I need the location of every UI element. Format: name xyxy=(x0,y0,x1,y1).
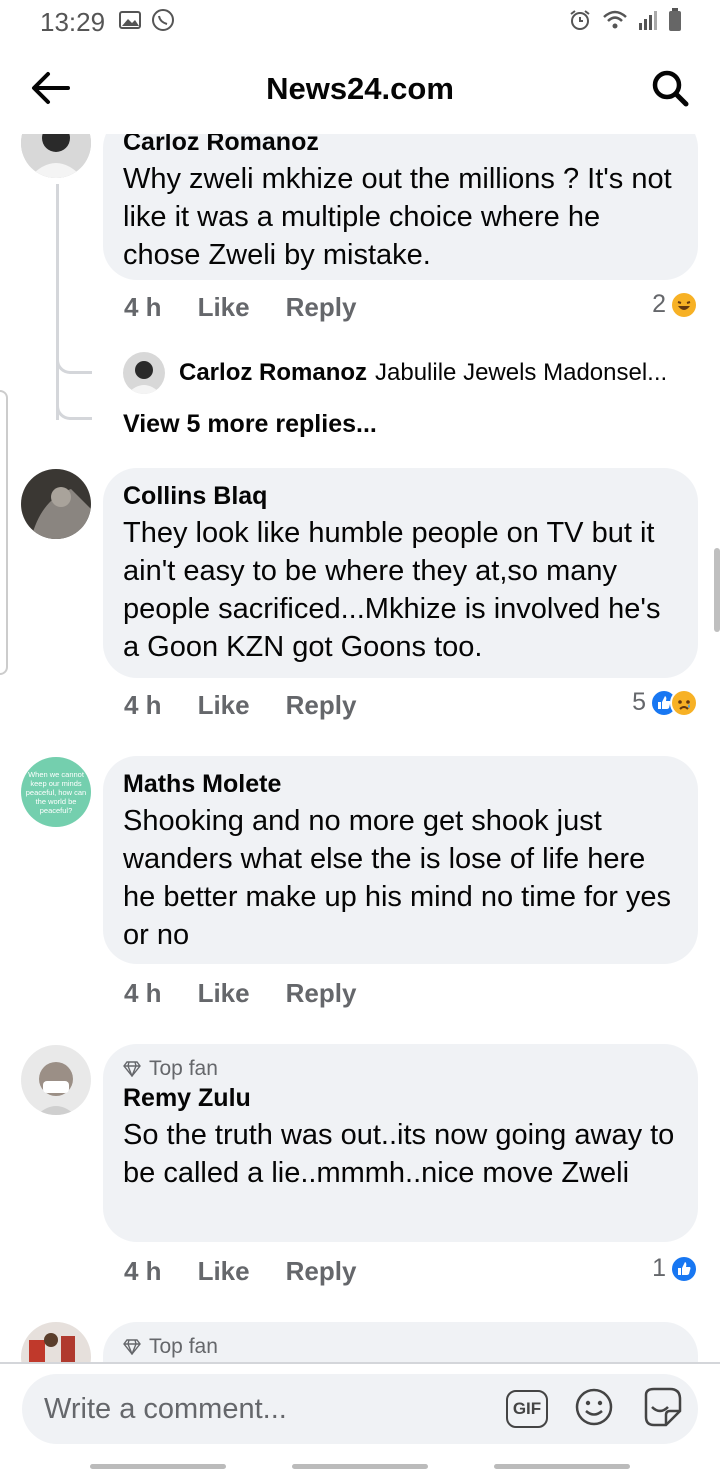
like-button[interactable]: Like xyxy=(198,690,250,721)
top-fan-label: Top fan xyxy=(149,1057,218,1080)
nav-back-handle[interactable] xyxy=(90,1464,226,1469)
comment-item: Top fan Remy Zulu So the truth was out..… xyxy=(0,1044,720,1314)
avatar-quote-text: When we cannot keep our minds peaceful, … xyxy=(25,769,87,815)
comment-text: Why zweli mkhize out the millions ? It's… xyxy=(123,163,672,271)
gif-button[interactable]: GIF xyxy=(506,1390,548,1428)
comment-bubble[interactable]: Top fan Remy Zulu So the truth was out..… xyxy=(103,1044,698,1242)
comment-actions: 4 h Like Reply xyxy=(124,1256,356,1287)
comment-author[interactable]: Remy Zulu xyxy=(123,1082,678,1114)
comment-text: Shooking and no more get shook just wand… xyxy=(123,805,672,951)
status-left-icons xyxy=(119,8,175,37)
like-button[interactable]: Like xyxy=(198,292,250,323)
composer-actions: GIF xyxy=(506,1385,684,1434)
diamond-icon xyxy=(123,1339,141,1355)
comment-time: 4 h xyxy=(124,292,162,322)
gallery-icon xyxy=(119,10,142,35)
status-bar: 13:29 xyxy=(0,0,720,44)
nav-home-handle[interactable] xyxy=(292,1464,428,1469)
comments-feed[interactable]: Carloz Romanoz Why zweli mkhize out the … xyxy=(0,134,720,1362)
top-fan-label: Top fan xyxy=(149,1335,218,1358)
avatar[interactable] xyxy=(21,1045,91,1115)
comment-time: 4 h xyxy=(124,978,162,1008)
reply-button[interactable]: Reply xyxy=(286,690,357,721)
reaction-count: 5 xyxy=(632,688,646,716)
reply-preview[interactable]: Carloz Romanoz Jabulile Jewels Madonsel.… xyxy=(123,352,667,394)
comment-actions: 4 h Like Reply xyxy=(124,690,356,721)
view-more-replies-link[interactable]: View 5 more replies... xyxy=(123,410,377,439)
thread-line-branch xyxy=(56,352,92,374)
haha-reaction-icon xyxy=(670,290,698,319)
comment-text: They look like humble people on TV but i… xyxy=(123,517,661,663)
diamond-icon xyxy=(123,1061,141,1077)
like-button[interactable]: Like xyxy=(198,1256,250,1287)
like-button[interactable]: Like xyxy=(198,978,250,1009)
reaction-count: 1 xyxy=(652,1254,666,1282)
reaction-count: 2 xyxy=(652,290,666,318)
thread-line xyxy=(56,184,59,420)
avatar[interactable] xyxy=(21,1322,91,1362)
reply-button[interactable]: Reply xyxy=(286,292,357,323)
status-time: 13:29 xyxy=(40,6,106,37)
comment-item: When we cannot keep our minds peaceful, … xyxy=(0,756,720,1026)
status-right-icons xyxy=(568,8,682,37)
comment-actions: 4 h Like Reply xyxy=(124,292,356,323)
divider xyxy=(0,1362,720,1364)
page-title: News24.com xyxy=(266,71,454,106)
avatar[interactable] xyxy=(21,469,91,539)
reaction-summary[interactable]: 1 xyxy=(652,1254,698,1283)
top-fan-badge: Top fan xyxy=(123,1334,678,1360)
reply-author[interactable]: Carloz Romanoz xyxy=(179,359,367,387)
like-reaction-icon xyxy=(670,1254,698,1283)
comment-item: Carloz Romanoz Why zweli mkhize out the … xyxy=(0,134,720,444)
reply-button[interactable]: Reply xyxy=(286,1256,357,1287)
search-button[interactable] xyxy=(648,66,692,110)
system-nav-bar xyxy=(0,1452,720,1480)
comment-item: Collins Blaq They look like humble peopl… xyxy=(0,468,720,738)
thread-line-branch xyxy=(56,396,92,420)
comment-text: So the truth was out..its now going away… xyxy=(123,1119,675,1189)
scrollbar-thumb[interactable] xyxy=(714,548,720,632)
avatar[interactable]: When we cannot keep our minds peaceful, … xyxy=(21,757,91,827)
header-bar: News24.com xyxy=(0,44,720,134)
whatsapp-icon xyxy=(151,8,175,37)
top-fan-badge: Top fan xyxy=(123,1056,678,1082)
comment-time: 4 h xyxy=(124,690,162,720)
avatar[interactable] xyxy=(123,352,165,394)
comment-author[interactable]: Carloz Romanoz xyxy=(123,134,678,158)
avatar[interactable] xyxy=(21,134,91,178)
comment-actions: 4 h Like Reply xyxy=(124,978,356,1009)
emoji-icon[interactable] xyxy=(574,1387,614,1432)
reply-button[interactable]: Reply xyxy=(286,978,357,1009)
alarm-icon xyxy=(568,8,592,37)
comment-input[interactable]: Write a comment... xyxy=(44,1393,506,1426)
sad-reaction-icon xyxy=(670,688,698,717)
comment-bubble[interactable]: Collins Blaq They look like humble peopl… xyxy=(103,468,698,678)
comment-item: Top fan xyxy=(0,1322,720,1362)
comment-bubble[interactable]: Top fan xyxy=(103,1322,698,1362)
back-arrow-icon xyxy=(32,72,70,104)
back-button[interactable] xyxy=(28,66,72,110)
comment-author[interactable]: Maths Molete xyxy=(123,768,678,800)
comment-bubble[interactable]: Carloz Romanoz Why zweli mkhize out the … xyxy=(103,134,698,280)
wifi-icon xyxy=(602,9,628,36)
signal-icon xyxy=(638,9,658,36)
comment-composer[interactable]: Write a comment... GIF xyxy=(22,1374,698,1444)
nav-recents-handle[interactable] xyxy=(494,1464,630,1469)
comment-bubble[interactable]: Maths Molete Shooking and no more get sh… xyxy=(103,756,698,964)
sticker-icon[interactable] xyxy=(640,1385,684,1434)
comment-time: 4 h xyxy=(124,1256,162,1286)
search-icon xyxy=(652,70,689,107)
reply-snippet: Jabulile Jewels Madonsel... xyxy=(375,359,668,386)
comment-author[interactable]: Collins Blaq xyxy=(123,480,678,512)
reaction-summary[interactable]: 5 xyxy=(632,688,698,717)
battery-icon xyxy=(668,8,682,37)
reaction-summary[interactable]: 2 xyxy=(652,290,698,319)
